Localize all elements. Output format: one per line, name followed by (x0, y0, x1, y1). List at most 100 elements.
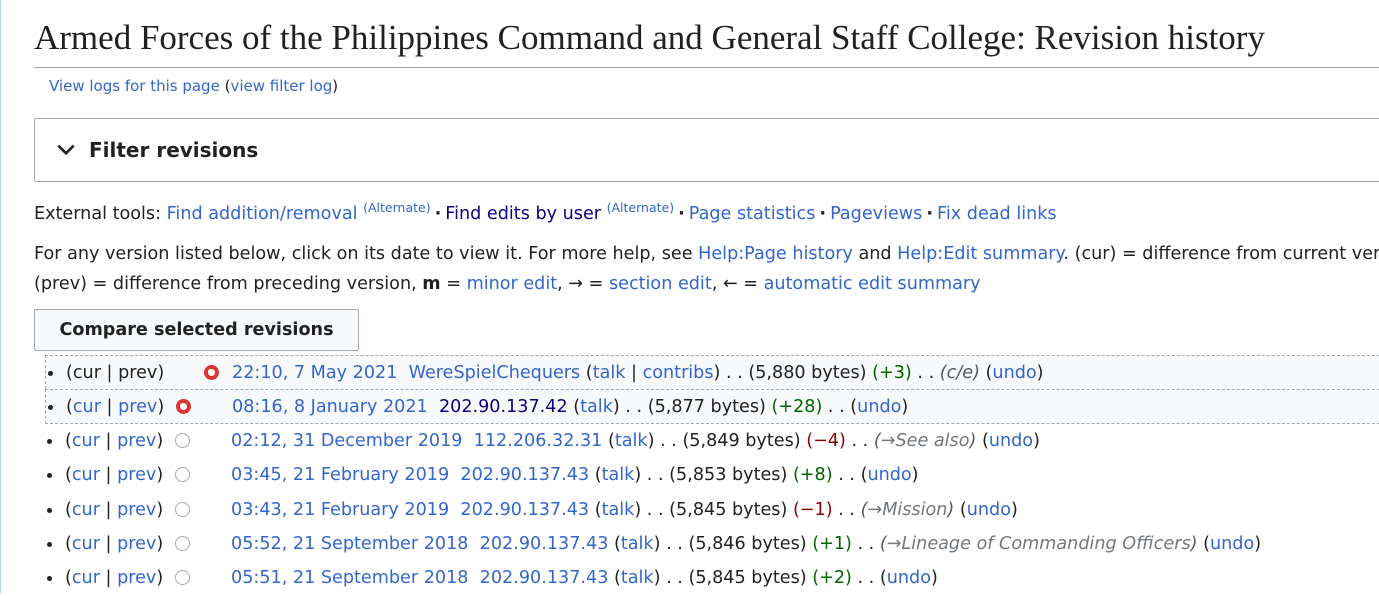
user-talk-link[interactable]: talk (593, 363, 626, 383)
prev-diff-link[interactable]: prev (117, 465, 156, 485)
revision-row: (cur | prev) 02:12, 31 December 2019 112… (45, 424, 1379, 458)
oldid-radio[interactable] (175, 535, 190, 551)
find-addition-removal-link[interactable]: Find addition/removal (167, 204, 358, 224)
revision-date-link[interactable]: 03:43, 21 February 2019 (231, 500, 449, 520)
cur-diff-link[interactable]: cur (72, 568, 100, 588)
revision-date-link[interactable]: 08:16, 8 January 2021 (232, 397, 428, 417)
prev-diff-link[interactable]: prev (118, 397, 157, 417)
content-left-border (0, 0, 1, 593)
revision-row: (cur | prev) 08:16, 8 January 2021 202.9… (45, 389, 1379, 424)
oldid-radio[interactable] (175, 501, 190, 517)
diff-radio[interactable] (176, 399, 191, 415)
user-talk-link[interactable]: talk (615, 431, 648, 451)
history-help-text: For any version listed below, click on i… (34, 244, 1379, 294)
revision-size-diff: (−1) (792, 499, 833, 520)
revision-date-link[interactable]: 05:51, 21 September 2018 (231, 568, 468, 588)
undo-link[interactable]: undo (992, 363, 1036, 383)
chevron-down-icon (57, 144, 75, 156)
revision-row: (cur | prev) 22:10, 7 May 2021 WereSpiel… (45, 355, 1379, 390)
pageviews-link[interactable]: Pageviews (830, 204, 922, 224)
automatic-edit-summary-link[interactable]: automatic edit summary (764, 274, 981, 294)
cur-diff-link[interactable]: cur (72, 500, 100, 520)
revision-history-list: (cur | prev) 22:10, 7 May 2021 WereSpiel… (45, 355, 1379, 596)
cur-diff-link[interactable]: cur (73, 397, 101, 417)
undo-link[interactable]: undo (867, 465, 911, 485)
list-bullet (47, 438, 52, 444)
revision-size-diff: (+1) (812, 533, 852, 554)
external-tools-prefix: External tools: (34, 204, 161, 224)
revision-user-link[interactable]: 112.206.32.31 (474, 431, 603, 451)
edit-summary: (c/e) (939, 363, 980, 383)
page-logs-line: View logs for this page (view filter log… (49, 77, 339, 95)
cur-diff-link[interactable]: cur (72, 431, 100, 451)
revision-user-link[interactable]: 202.90.137.43 (480, 534, 609, 554)
page-title: Armed Forces of the Philippines Command … (34, 14, 1379, 68)
cur-diff-link[interactable]: cur (72, 534, 100, 554)
revision-date-link[interactable]: 22:10, 7 May 2021 (232, 363, 397, 383)
revision-user-link[interactable]: 202.90.137.43 (460, 500, 589, 520)
revision-user-link[interactable]: 202.90.137.43 (480, 568, 609, 588)
revision-size: (5,853 bytes) (669, 465, 788, 486)
undo-link[interactable]: undo (989, 431, 1033, 451)
user-talk-link[interactable]: talk (621, 568, 654, 588)
list-bullet (48, 371, 53, 376)
section-edit-link[interactable]: section edit (609, 274, 712, 294)
revision-size-diff: (+2) (812, 568, 852, 589)
revision-size: (5,845 bytes) (688, 568, 807, 589)
prev-diff-link[interactable]: prev (117, 568, 156, 588)
revision-size: (5,877 bytes) (647, 397, 766, 418)
oldid-radio[interactable] (175, 570, 190, 586)
prev-diff-link[interactable]: prev (117, 534, 156, 554)
user-talk-link[interactable]: talk (602, 465, 635, 485)
revision-size: (5,845 bytes) (669, 499, 788, 520)
edit-summary: (→Lineage of Commanding Officers) (879, 533, 1198, 554)
prev-diff-link[interactable]: prev (117, 500, 156, 520)
revision-size: (5,846 bytes) (688, 533, 807, 554)
revision-size-diff: (+8) (792, 465, 833, 486)
user-contribs-link[interactable]: contribs (643, 363, 714, 383)
find-edits-alternate-link[interactable]: (Alternate) (607, 200, 674, 215)
fix-dead-links-link[interactable]: Fix dead links (937, 204, 1057, 224)
revision-user-link[interactable]: 202.90.137.43 (460, 465, 589, 485)
edit-summary: (→Mission) (860, 499, 955, 520)
prev-label: prev (118, 363, 158, 383)
user-talk-link[interactable]: talk (602, 500, 635, 520)
find-edits-by-user-link[interactable]: Find edits by user (445, 204, 601, 224)
filter-revisions-label: Filter revisions (89, 138, 259, 162)
oldid-radio[interactable] (175, 432, 190, 448)
prev-diff-link[interactable]: prev (117, 431, 156, 451)
list-bullet (47, 507, 52, 513)
oldid-radio[interactable] (175, 467, 190, 483)
revision-size-diff: (−4) (806, 430, 846, 451)
find-addition-alternate-link[interactable]: (Alternate) (363, 200, 430, 215)
revision-user-link[interactable]: WereSpielChequers (409, 363, 581, 383)
oldid-radio[interactable] (204, 365, 219, 380)
undo-link[interactable]: undo (1210, 534, 1254, 554)
revision-date-link[interactable]: 05:52, 21 September 2018 (231, 534, 468, 554)
revision-row: (cur | prev) 05:51, 21 September 2018 20… (45, 561, 1379, 595)
revision-row: (cur | prev) 03:43, 21 February 2019 202… (45, 493, 1379, 527)
view-filter-log-link[interactable]: view filter log (230, 77, 332, 95)
filter-revisions-panel[interactable]: Filter revisions (34, 118, 1379, 182)
revision-size: (5,849 bytes) (682, 430, 801, 451)
user-talk-link[interactable]: talk (621, 534, 654, 554)
help-page-history-link[interactable]: Help:Page history (698, 244, 853, 264)
undo-link[interactable]: undo (887, 568, 931, 588)
list-bullet (48, 405, 53, 411)
edit-summary: (→See also) (873, 430, 977, 451)
cur-diff-link[interactable]: cur (72, 465, 100, 485)
external-tools-line: External tools: Find addition/removal (A… (34, 200, 1057, 224)
help-edit-summary-link[interactable]: Help:Edit summary (897, 244, 1063, 264)
revision-user-link[interactable]: 202.90.137.42 (439, 397, 568, 417)
undo-link[interactable]: undo (967, 500, 1011, 520)
undo-link[interactable]: undo (857, 397, 901, 417)
page-statistics-link[interactable]: Page statistics (689, 204, 816, 224)
revision-date-link[interactable]: 03:45, 21 February 2019 (231, 465, 449, 485)
compare-selected-revisions-button[interactable]: Compare selected revisions (34, 309, 359, 351)
revision-row: (cur | prev) 05:52, 21 September 2018 20… (45, 527, 1379, 561)
revision-size: (5,880 bytes) (748, 363, 867, 383)
minor-edit-link[interactable]: minor edit (467, 274, 558, 294)
user-talk-link[interactable]: talk (580, 397, 613, 417)
revision-date-link[interactable]: 02:12, 31 December 2019 (231, 431, 462, 451)
view-logs-link[interactable]: View logs for this page (49, 77, 220, 95)
